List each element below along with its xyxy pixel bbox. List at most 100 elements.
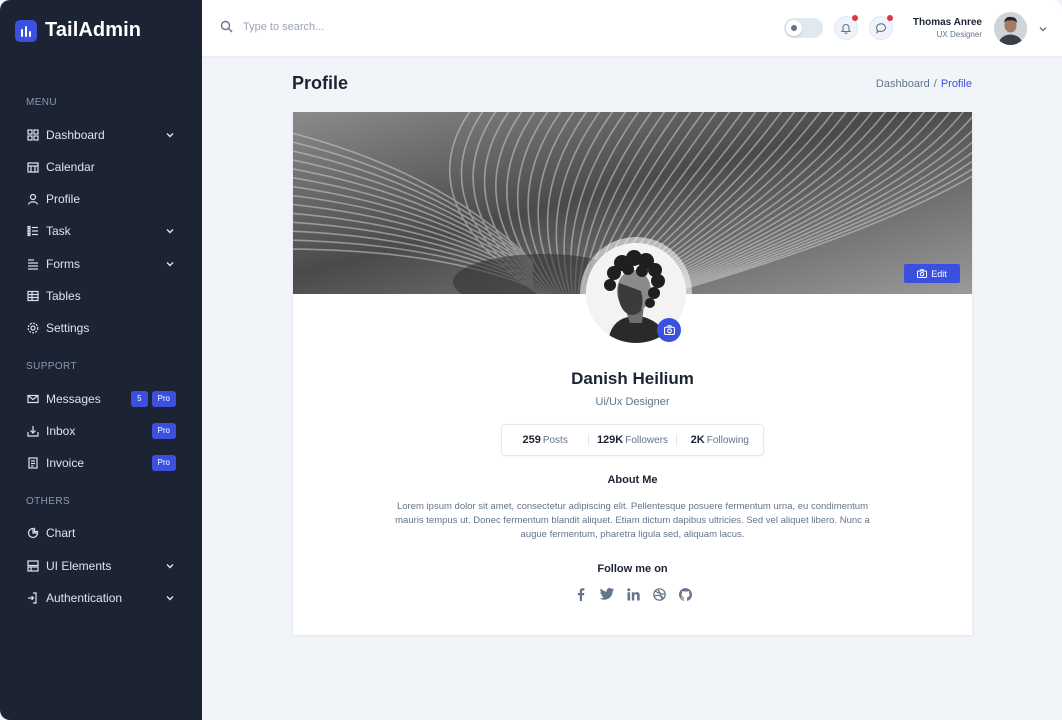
- logo[interactable]: TailAdmin: [15, 19, 141, 42]
- sidebar-item-label: Dashboard: [46, 128, 105, 142]
- menu-group-title: SUPPORT: [26, 361, 77, 372]
- stat-value: 259: [522, 434, 541, 446]
- camera-icon: [917, 269, 928, 278]
- user-name[interactable]: Thomas Anree: [913, 17, 982, 28]
- facebook-icon[interactable]: [574, 587, 588, 601]
- messages-button[interactable]: [869, 15, 893, 40]
- chevron-down-icon: [166, 262, 174, 267]
- breadcrumb: Dashboard / Profile: [876, 78, 972, 90]
- page-title: Profile: [292, 73, 349, 93]
- chevron-down-icon: [166, 133, 174, 138]
- sidebar-item-label: Profile: [46, 192, 81, 206]
- edit-label: Edit: [931, 268, 947, 279]
- dark-mode-toggle[interactable]: [784, 18, 823, 38]
- user-icon: [26, 192, 40, 206]
- stat-label: Following: [706, 435, 749, 446]
- pro-badge: Pro: [151, 391, 176, 407]
- sidebar-item-profile[interactable]: Profile: [26, 189, 176, 209]
- stat-followers[interactable]: 129K Followers: [589, 434, 677, 446]
- pie-chart-icon: [26, 526, 40, 540]
- notification-dot: [887, 15, 893, 21]
- sidebar-item-messages[interactable]: Messages 5 Pro: [26, 389, 176, 409]
- profile-stats: 259 Posts 129K Followers 2K Following: [501, 424, 764, 456]
- chevron-down-icon: [166, 564, 174, 569]
- menu-group-title: OTHERS: [26, 496, 71, 507]
- sidebar-item-forms[interactable]: Forms: [26, 254, 176, 274]
- sidebar-item-settings[interactable]: Settings: [26, 318, 176, 338]
- edit-cover-button[interactable]: Edit: [904, 264, 960, 283]
- profile-role: Ui/Ux Designer: [595, 396, 670, 408]
- profile-card: Edit Danish Heilium Ui/Ux Designer 259 P…: [293, 112, 972, 635]
- camera-icon: [663, 325, 675, 335]
- menu-group-title: MENU: [26, 97, 58, 108]
- search-input[interactable]: [243, 20, 443, 33]
- notifications-button[interactable]: [834, 15, 858, 40]
- profile-name: Danish Heilium: [571, 369, 694, 388]
- sidebar-item-label: Messages: [46, 392, 101, 406]
- mail-icon: [26, 392, 40, 406]
- notification-dot: [852, 15, 858, 21]
- invoice-icon: [26, 456, 40, 470]
- breadcrumb-link-dashboard[interactable]: Dashboard: [876, 78, 930, 90]
- search-bar: [220, 20, 443, 33]
- avatar[interactable]: [994, 12, 1027, 45]
- layout-icon: [26, 559, 40, 573]
- about-title: About Me: [607, 474, 658, 486]
- sidebar-item-label: Invoice: [46, 456, 85, 470]
- logo-icon: [15, 19, 37, 42]
- top-header: Thomas Anree UX Designer: [202, 0, 1062, 56]
- form-icon: [26, 257, 40, 271]
- sidebar-item-invoice[interactable]: Invoice Pro: [26, 453, 176, 473]
- list-icon: [26, 224, 40, 238]
- sidebar-item-tables[interactable]: Tables: [26, 286, 176, 306]
- chevron-down-icon: [166, 229, 174, 234]
- chevron-down-icon[interactable]: [1037, 23, 1049, 35]
- user-role: UX Designer: [936, 30, 982, 39]
- sidebar-item-label: Tables: [46, 289, 81, 303]
- sidebar-item-ui-elements[interactable]: UI Elements: [26, 556, 176, 576]
- table-icon: [26, 289, 40, 303]
- bell-icon: [840, 24, 852, 34]
- breadcrumb-current: Profile: [940, 78, 972, 90]
- sidebar-item-task[interactable]: Task: [26, 221, 176, 241]
- grid-icon: [26, 128, 40, 142]
- sidebar-item-inbox[interactable]: Inbox Pro: [26, 421, 176, 441]
- stat-label: Posts: [542, 435, 568, 446]
- change-photo-button[interactable]: [657, 318, 681, 342]
- stat-posts[interactable]: 259 Posts: [502, 434, 590, 446]
- toggle-knob: [786, 20, 802, 36]
- pro-badge: Pro: [151, 423, 176, 439]
- twitter-icon[interactable]: [600, 587, 614, 601]
- sidebar-item-calendar[interactable]: Calendar: [26, 157, 176, 177]
- sidebar-item-label: Calendar: [46, 160, 95, 174]
- about-text: Lorem ipsum dolor sit amet, consectetur …: [395, 501, 870, 540]
- stat-value: 2K: [690, 434, 705, 446]
- sidebar-item-label: Forms: [46, 257, 80, 271]
- stat-label: Followers: [625, 435, 669, 446]
- stat-value: 129K: [596, 434, 624, 446]
- sidebar-item-label: Settings: [46, 321, 90, 335]
- chevron-down-icon: [166, 596, 174, 601]
- inbox-icon: [26, 424, 40, 438]
- social-links: [574, 587, 692, 601]
- sidebar-item-label: Chart: [46, 526, 76, 540]
- count-badge: 5: [131, 391, 148, 407]
- search-icon: [220, 20, 233, 33]
- calendar-icon: [26, 160, 40, 174]
- dribbble-icon[interactable]: [652, 587, 666, 601]
- sidebar-item-dashboard[interactable]: Dashboard: [26, 125, 176, 145]
- login-icon: [26, 591, 40, 605]
- sidebar-item-authentication[interactable]: Authentication: [26, 588, 176, 608]
- sidebar-item-label: UI Elements: [46, 559, 112, 573]
- sidebar-item-label: Inbox: [46, 424, 76, 438]
- linkedin-icon[interactable]: [626, 587, 640, 601]
- logo-text: TailAdmin: [45, 19, 142, 41]
- sidebar-item-label: Task: [46, 224, 71, 238]
- sidebar-item-label: Authentication: [46, 591, 123, 605]
- breadcrumb-separator: /: [933, 78, 937, 90]
- pro-badge: Pro: [151, 455, 176, 471]
- sidebar: TailAdmin MENU Dashboard Calendar Profil…: [0, 0, 202, 720]
- github-icon[interactable]: [678, 587, 692, 601]
- stat-following[interactable]: 2K Following: [677, 434, 763, 446]
- sidebar-item-chart[interactable]: Chart: [26, 523, 176, 543]
